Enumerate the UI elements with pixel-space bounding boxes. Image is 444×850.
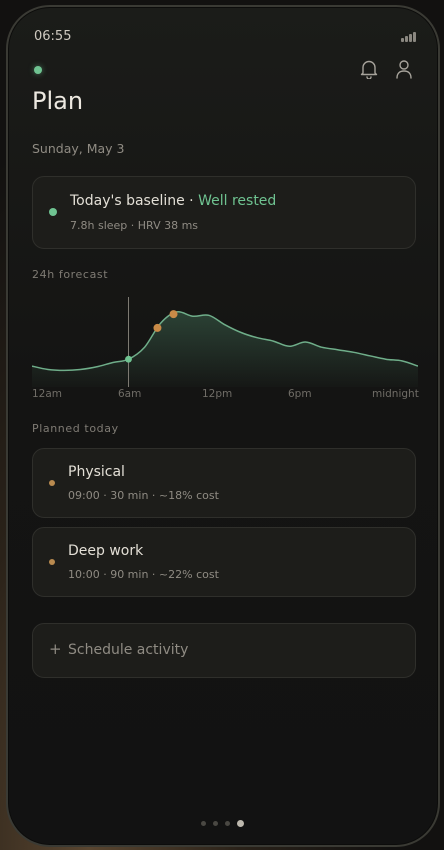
- forecast-chart[interactable]: [32, 297, 418, 387]
- baseline-detail: 7.8h sleep · HRV 38 ms: [70, 219, 199, 232]
- page-dot[interactable]: [213, 821, 218, 826]
- phone-frame: 06:55 Plan Sunday, May 3 Today's baselin…: [6, 5, 440, 847]
- forecast-x-axis: 12am 6am 12pm 6pm midnight: [32, 388, 419, 402]
- schedule-activity-button[interactable]: + Schedule activity: [32, 623, 416, 678]
- baseline-status-dot: [49, 208, 57, 216]
- current-time-marker: [125, 355, 132, 363]
- planned-activity-marker[interactable]: [169, 310, 178, 319]
- planned-item-deep-work[interactable]: Deep work 10:00 · 90 min · ~22% cost: [32, 527, 416, 597]
- notifications-button[interactable]: [358, 57, 380, 81]
- x-tick-label: 6pm: [288, 388, 312, 400]
- forecast-area: [32, 311, 418, 387]
- planned-item-name: Physical: [68, 464, 125, 480]
- plus-icon: +: [49, 640, 62, 658]
- x-tick-label: 6am: [118, 388, 142, 400]
- page-dot[interactable]: [225, 821, 230, 826]
- page-dot-active[interactable]: [237, 820, 244, 827]
- page-dot[interactable]: [201, 821, 206, 826]
- planned-item-dot: [49, 559, 55, 565]
- planned-item-dot: [49, 480, 55, 486]
- baseline-separator: ·: [184, 193, 199, 209]
- user-icon: [396, 60, 412, 79]
- planned-item-physical[interactable]: Physical 09:00 · 30 min · ~18% cost: [32, 448, 416, 518]
- planned-label: Planned today: [32, 422, 119, 435]
- bell-icon: [360, 60, 378, 79]
- planned-item-detail: 09:00 · 30 min · ~18% cost: [68, 489, 219, 502]
- planned-item-name: Deep work: [68, 543, 144, 559]
- x-tick-label: 12am: [32, 388, 63, 400]
- profile-button[interactable]: [393, 57, 415, 81]
- baseline-status: Well rested: [198, 193, 277, 209]
- page-title: Plan: [32, 87, 84, 115]
- baseline-card[interactable]: Today's baseline · Well rested 7.8h slee…: [32, 176, 416, 249]
- planned-item-detail: 10:00 · 90 min · ~22% cost: [68, 568, 219, 581]
- signal-bars-icon: [401, 32, 416, 42]
- planned-activity-marker[interactable]: [153, 323, 162, 332]
- page-indicator[interactable]: [201, 820, 244, 827]
- x-tick-label: midnight: [372, 388, 419, 400]
- forecast-label: 24h forecast: [32, 268, 109, 281]
- baseline-title: Today's baseline · Well rested: [70, 193, 276, 209]
- x-tick-label: 12pm: [202, 388, 233, 400]
- baseline-title-text: Today's baseline: [70, 193, 185, 209]
- status-time: 06:55: [34, 29, 72, 44]
- live-indicator: [34, 66, 42, 74]
- schedule-activity-label: Schedule activity: [68, 642, 189, 658]
- current-date: Sunday, May 3: [32, 141, 125, 156]
